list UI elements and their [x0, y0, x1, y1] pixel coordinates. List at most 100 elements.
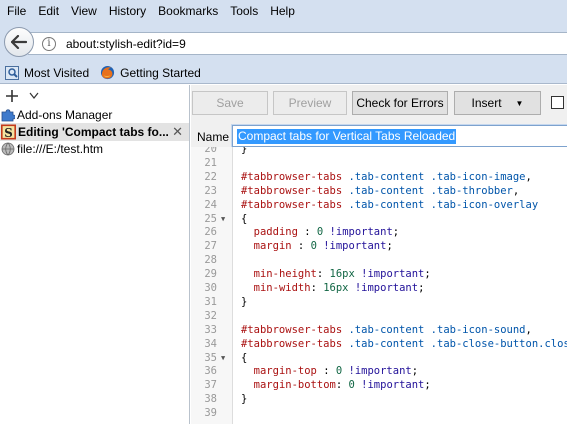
code-editor[interactable]: 20} 21 22 #tabbrowser-tabs .tab-content .ta… [191, 147, 567, 424]
line-number: 29 [204, 268, 217, 281]
name-input[interactable]: Compact tabs for Vertical Tabs Reloaded [232, 125, 567, 147]
code-text: } [241, 295, 248, 308]
code-text: #tabbrowser-tabs .tab-content .tab-icon-… [241, 198, 539, 211]
line-number: 33 [204, 323, 217, 336]
code-line[interactable]: 24 #tabbrowser-tabs .tab-content .tab-ico… [191, 198, 567, 212]
code-line[interactable]: 27 margin : 0 !important; [191, 239, 567, 253]
tab-label: Add-ons Manager [17, 108, 113, 122]
close-icon[interactable]: ✕ [172, 124, 183, 140]
code-line[interactable]: 37 margin-bottom: 0 !important; [191, 378, 567, 392]
code-text: { [241, 351, 248, 364]
name-row: Name Compact tabs for Vertical Tabs Relo… [191, 125, 567, 147]
line-number: 35 [204, 351, 217, 364]
code-line[interactable]: 36 margin-top : 0 !important; [191, 364, 567, 378]
code-line[interactable]: 34 #tabbrowser-tabs .tab-content .tab-clo… [191, 337, 567, 351]
tab-editing-compact-tabs[interactable]: S Editing 'Compact tabs fo... ✕ [0, 123, 189, 141]
name-input-value: Compact tabs for Vertical Tabs Reloaded [237, 129, 457, 144]
line-number: 39 [204, 407, 217, 420]
code-text: } [241, 147, 248, 155]
editor-toolbar: Save Preview Check for Errors Insert ▼ [191, 91, 567, 115]
code-line[interactable]: 38} [191, 392, 567, 406]
back-arrow-icon [11, 35, 27, 49]
code-line[interactable]: 28 [191, 253, 567, 267]
bookmarks-toolbar: Most Visited Getting Started [0, 62, 567, 84]
line-number: 24 [204, 198, 217, 211]
code-line[interactable]: 35 ▼ { [191, 351, 567, 365]
code-text: margin : 0 !important; [253, 240, 393, 253]
info-icon[interactable]: i [42, 36, 56, 51]
code-text: } [241, 393, 248, 406]
svg-text:S: S [4, 126, 13, 140]
line-number: 22 [204, 170, 217, 183]
firefox-icon [101, 65, 115, 80]
back-button[interactable] [4, 27, 34, 57]
line-number: 25 [204, 212, 217, 225]
url-bar[interactable]: i about:stylish-edit?id=9 [28, 32, 567, 55]
line-number: 28 [204, 254, 217, 267]
code-line[interactable]: 31} [191, 295, 567, 309]
line-number: 30 [204, 282, 217, 294]
code-line[interactable]: 29 min-height: 16px !important; [191, 267, 567, 281]
dropdown-arrow-icon: ▼ [515, 98, 524, 108]
tab-label: file:///E:/test.htm [17, 142, 104, 156]
bookmark-getting-started[interactable]: Getting Started [100, 65, 201, 80]
code-line[interactable]: 30 min-width: 16px !important; [191, 281, 567, 295]
menu-bar: File Edit View History Bookmarks Tools H… [0, 0, 567, 22]
url-text[interactable]: about:stylish-edit?id=9 [66, 37, 186, 51]
code-text: #tabbrowser-tabs .tab-content .tab-icon-… [241, 323, 532, 336]
menu-file[interactable]: File [0, 0, 32, 22]
menu-edit[interactable]: Edit [32, 0, 65, 22]
chevron-down-icon[interactable] [29, 92, 39, 100]
sidebar-toolbar [0, 85, 189, 107]
new-tab-plus-icon[interactable] [5, 89, 19, 103]
fold-arrow-icon[interactable]: ▼ [221, 351, 225, 365]
menu-history[interactable]: History [103, 0, 152, 22]
code-text: margin-top : 0 !important; [253, 365, 419, 378]
code-line[interactable]: 23 #tabbrowser-tabs .tab-content .tab-thr… [191, 184, 567, 198]
fold-arrow-icon[interactable]: ▼ [221, 212, 225, 226]
code-text: min-height: 16px !important; [253, 268, 431, 281]
menu-help[interactable]: Help [264, 0, 301, 22]
line-number: 23 [204, 184, 217, 197]
navigation-bar: i about:stylish-edit?id=9 [0, 22, 567, 62]
code-line[interactable]: 21 [191, 156, 567, 170]
bookmark-label: Getting Started [120, 65, 201, 80]
line-number: 34 [204, 337, 217, 350]
tab-file-test[interactable]: file:///E:/test.htm [0, 141, 189, 157]
puzzle-piece-icon [1, 109, 15, 122]
code-text: { [241, 212, 248, 225]
code-text: min-width: 16px !important; [253, 282, 425, 294]
save-button[interactable]: Save [192, 91, 268, 115]
menu-view[interactable]: View [65, 0, 103, 22]
code-line[interactable]: 39 [191, 406, 567, 420]
code-line[interactable]: 22 #tabbrowser-tabs .tab-content .tab-ico… [191, 170, 567, 184]
line-number: 31 [204, 295, 217, 308]
code-line[interactable]: 25 ▼ { [191, 212, 567, 226]
insert-button[interactable]: Insert ▼ [454, 91, 541, 115]
most-visited-icon [5, 65, 19, 80]
line-number: 26 [204, 226, 217, 239]
style-editor: Save Preview Check for Errors Insert ▼ Na… [191, 85, 567, 424]
option-checkbox[interactable] [551, 96, 564, 109]
code-line[interactable]: 20} [191, 147, 567, 156]
code-text: #tabbrowser-tabs .tab-content .tab-throb… [241, 184, 520, 197]
code-line[interactable]: 26 padding : 0 !important; [191, 225, 567, 239]
stylish-icon: S [1, 124, 16, 140]
code-text: #tabbrowser-tabs .tab-content .tab-icon-… [241, 170, 532, 183]
tab-label: Editing 'Compact tabs fo... [18, 125, 169, 139]
preview-button[interactable]: Preview [273, 91, 347, 115]
code-text: margin-bottom: 0 !important; [253, 379, 431, 392]
menu-bookmarks[interactable]: Bookmarks [152, 0, 224, 22]
code-line[interactable]: 32 [191, 309, 567, 323]
menu-tools[interactable]: Tools [224, 0, 264, 22]
tab-addons-manager[interactable]: Add-ons Manager [0, 107, 189, 123]
code-line[interactable]: 33 #tabbrowser-tabs .tab-content .tab-ico… [191, 323, 567, 337]
check-for-errors-button[interactable]: Check for Errors [352, 91, 448, 115]
bookmark-most-visited[interactable]: Most Visited [5, 65, 89, 80]
code-text: padding : 0 !important; [253, 226, 400, 239]
insert-label: Insert [471, 96, 502, 110]
line-number: 36 [204, 365, 217, 378]
line-number: 38 [204, 393, 217, 406]
line-number: 27 [204, 240, 217, 253]
name-label: Name [197, 130, 230, 144]
